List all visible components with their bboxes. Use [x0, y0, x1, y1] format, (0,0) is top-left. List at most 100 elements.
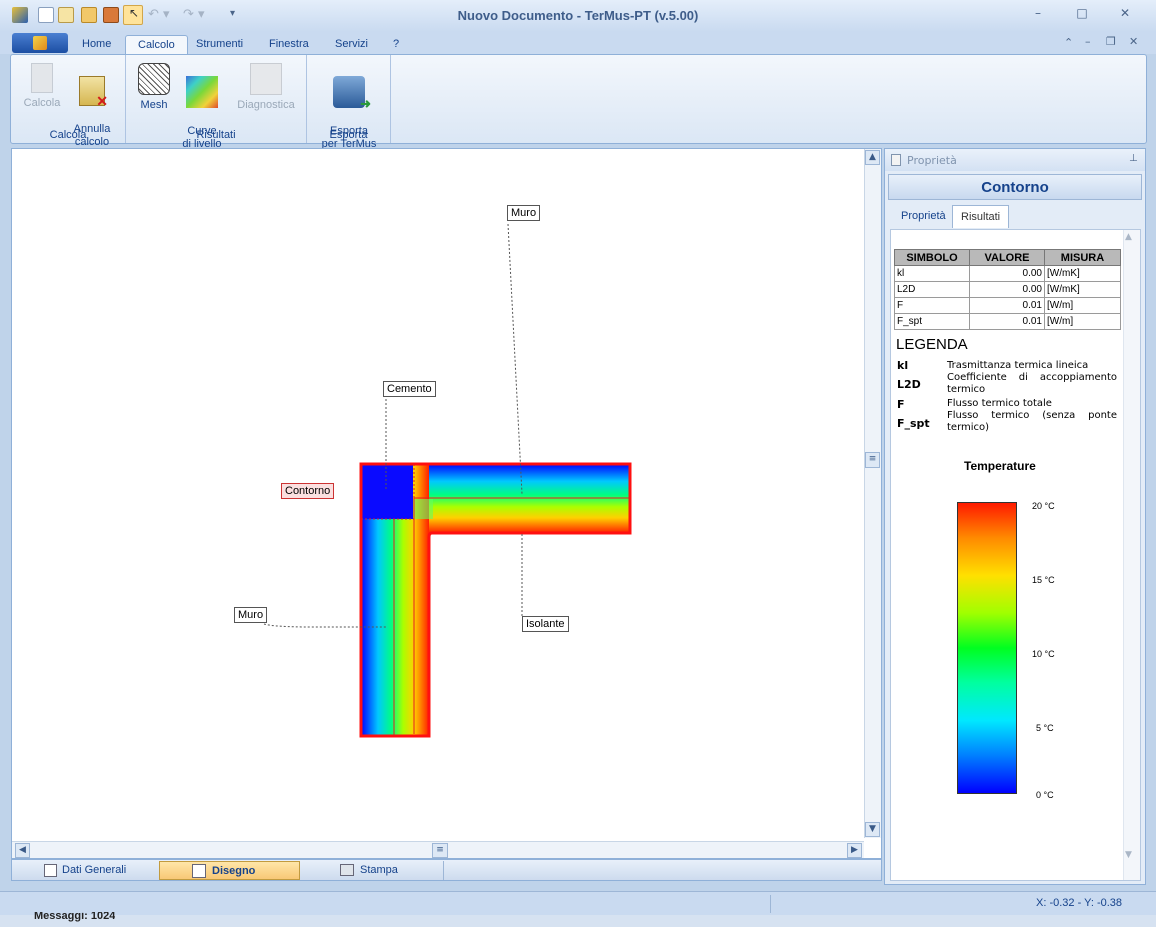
cell-valore: 0.00	[969, 281, 1045, 298]
colorbar-tick: 15 °C	[1032, 575, 1055, 585]
thermal-drawing[interactable]	[12, 149, 864, 839]
diagnostica-label: Diagnostica	[237, 99, 295, 111]
colorbar-title: Temperature	[964, 459, 1036, 473]
legend-desc-f-spt: Flusso termico (senza ponte termico)	[947, 410, 1117, 433]
label-muro-left[interactable]: Muro	[234, 607, 268, 623]
ribbon-group-esporta: ➜ Esporta per TerMus Esporta	[307, 55, 391, 150]
cell-valore: 0.00	[969, 265, 1045, 282]
scroll-down-button[interactable]: ▼	[865, 822, 880, 837]
general-data-icon	[44, 864, 57, 877]
drawing-canvas[interactable]: Muro Cemento Contorno Muro Isolante	[11, 148, 882, 859]
cell-simbolo: L2D	[894, 281, 970, 298]
messages-count: Messaggi: 1024	[34, 912, 116, 922]
coordinates-readout: X: -0.32 - Y: -0.38	[1036, 897, 1123, 909]
cell-valore: 0.01	[969, 313, 1045, 330]
tab-home[interactable]: Home	[70, 35, 123, 54]
scroll-up-button[interactable]: ▲	[865, 150, 880, 165]
app-logo-icon	[33, 36, 47, 50]
vertical-scrollbar[interactable]: ▲ ≡ ▼	[864, 149, 881, 838]
print-icon	[340, 864, 354, 876]
doc-minimize-button[interactable]: –	[1085, 35, 1091, 48]
legend-sym-kl: kl	[897, 359, 909, 372]
colorbar-tick: 20 °C	[1032, 501, 1055, 511]
results-scroll-up-icon[interactable]: ▲	[1125, 232, 1132, 242]
col-header-misura: MISURA	[1044, 249, 1121, 266]
cancel-calc-icon: ✕	[79, 76, 108, 108]
export-termus-icon: ➜	[333, 76, 371, 110]
scroll-right-button[interactable]: ▶	[847, 843, 862, 858]
label-muro-top[interactable]: Muro	[507, 205, 541, 221]
window-title: Nuovo Documento - TerMus-PT (v.5.00)	[457, 8, 699, 23]
table-row: L2D 0.00 [W/mK]	[894, 281, 1121, 298]
cell-misura: [W/m]	[1044, 313, 1121, 330]
tab-strumenti[interactable]: Strumenti	[184, 35, 255, 54]
doc-close-button[interactable]: ✕	[1129, 35, 1138, 48]
properties-header: Proprietà ⊥	[885, 149, 1145, 171]
cell-misura: [W/mK]	[1044, 265, 1121, 282]
tab-dati-generali[interactable]: Dati Generali	[32, 861, 162, 880]
maximize-button[interactable]: □	[1069, 6, 1095, 24]
label-isolante[interactable]: Isolante	[522, 616, 569, 632]
results-scroll-down-icon[interactable]: ▼	[1125, 850, 1132, 860]
tab-risultati[interactable]: Risultati	[952, 205, 1010, 228]
mesh-label: Mesh	[140, 99, 168, 111]
cell-simbolo: F	[894, 297, 970, 314]
cell-misura: [W/mK]	[1044, 281, 1121, 298]
scroll-thumb-vertical[interactable]: ≡	[865, 452, 880, 468]
corner-concrete-block[interactable]	[361, 464, 413, 519]
ribbon-group-calcola: Calcola ✕ Annulla calcolo Calcola	[11, 55, 126, 148]
legend-sym-l2d: L2D	[897, 378, 921, 391]
calcola-label: Calcola	[23, 97, 61, 109]
colorbar-tick: 0 °C	[1036, 790, 1054, 800]
colorbar-tick: 10 °C	[1032, 649, 1055, 659]
cell-simbolo: kl	[894, 265, 970, 282]
group-label-esporta: Esporta	[329, 129, 368, 141]
level-curves-icon	[186, 76, 218, 108]
calcola-button[interactable]: Calcola	[21, 63, 63, 110]
doc-restore-button[interactable]: ❐	[1106, 35, 1116, 48]
diagnostica-button[interactable]: Diagnostica	[234, 63, 298, 112]
legend-title: LEGENDA	[896, 336, 968, 353]
label-cemento[interactable]: Cemento	[383, 381, 436, 397]
tab-dati-generali-label: Dati Generali	[62, 864, 127, 876]
leader-muro-top	[507, 223, 523, 495]
temperature-colorbar	[957, 502, 1017, 794]
scroll-left-button[interactable]: ◀	[15, 843, 30, 858]
col-header-valore: VALORE	[969, 249, 1045, 266]
tab-stampa[interactable]: Stampa	[308, 861, 444, 880]
table-row: F_spt 0.01 [W/m]	[894, 313, 1121, 330]
group-label-risultati: Risultati	[196, 129, 236, 141]
label-contorno[interactable]: Contorno	[281, 483, 335, 499]
group-label-calcola: Calcola	[49, 129, 87, 141]
mesh-icon	[138, 63, 170, 95]
tab-proprieta[interactable]: Proprietà	[893, 205, 954, 228]
results-pane: SIMBOLO VALORE MISURA kl 0.00 [W/mK] L2D 0.…	[890, 229, 1141, 881]
minimize-button[interactable]: –	[1025, 6, 1051, 24]
ribbon-collapse-icon[interactable]: ⌃	[1064, 36, 1073, 49]
app-menu-button[interactable]	[12, 33, 68, 53]
legend-sym-f: F	[897, 398, 905, 411]
pin-icon[interactable]: ⊥	[1129, 153, 1138, 164]
cell-misura: [W/m]	[1044, 297, 1121, 314]
colorbar-tick: 5 °C	[1036, 723, 1054, 733]
tab-calcolo[interactable]: Calcolo	[125, 35, 188, 54]
drawing-icon	[192, 864, 206, 878]
results-scrollbar[interactable]: ▲ ▼	[1123, 230, 1140, 880]
close-button[interactable]: ✕	[1112, 6, 1138, 24]
tab-servizi[interactable]: Servizi	[323, 35, 380, 54]
tab-stampa-label: Stampa	[360, 864, 398, 876]
legend-desc-kl: Trasmittanza termica lineica	[947, 360, 1089, 371]
tab-disegno[interactable]: Disegno	[159, 861, 300, 880]
tab-finestra[interactable]: Finestra	[257, 35, 321, 54]
mesh-button[interactable]: Mesh	[134, 63, 174, 112]
legend-sym-f-spt: F_spt	[897, 417, 930, 430]
diagnostic-icon	[250, 63, 282, 95]
tab-help[interactable]: ?	[381, 35, 411, 54]
title-bar: ↖ ↶ ▾ ↷ ▾ ▾ Nuovo Documento - TerMus-PT …	[0, 0, 1156, 32]
ribbon: Calcola ✕ Annulla calcolo Calcola Mesh C…	[10, 54, 1147, 150]
horizontal-scrollbar[interactable]: ◀ ≡ ▶	[12, 841, 864, 858]
cell-valore: 0.01	[969, 297, 1045, 314]
scroll-thumb-horizontal[interactable]: ≡	[432, 843, 448, 858]
legend-desc-f: Flusso termico totale	[947, 398, 1052, 409]
messages-strip: Messaggi: 1024	[0, 912, 1156, 927]
